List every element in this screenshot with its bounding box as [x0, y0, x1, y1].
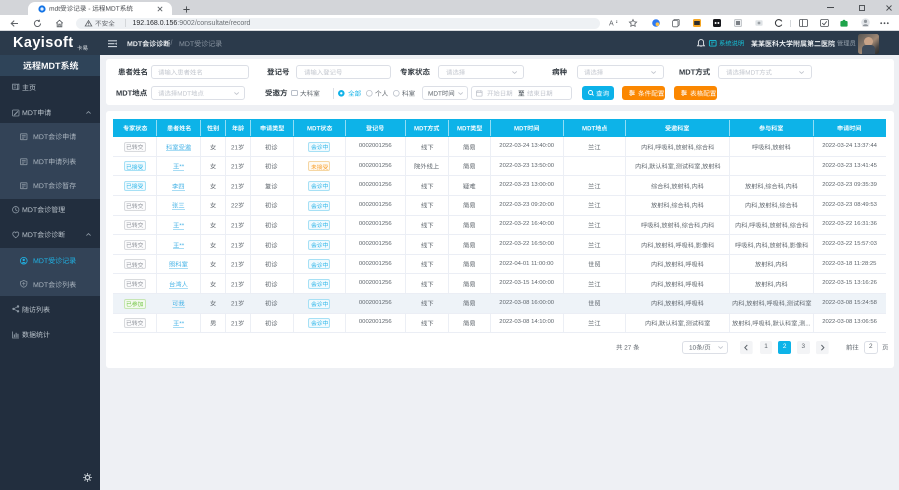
svg-text:A: A — [609, 21, 614, 28]
